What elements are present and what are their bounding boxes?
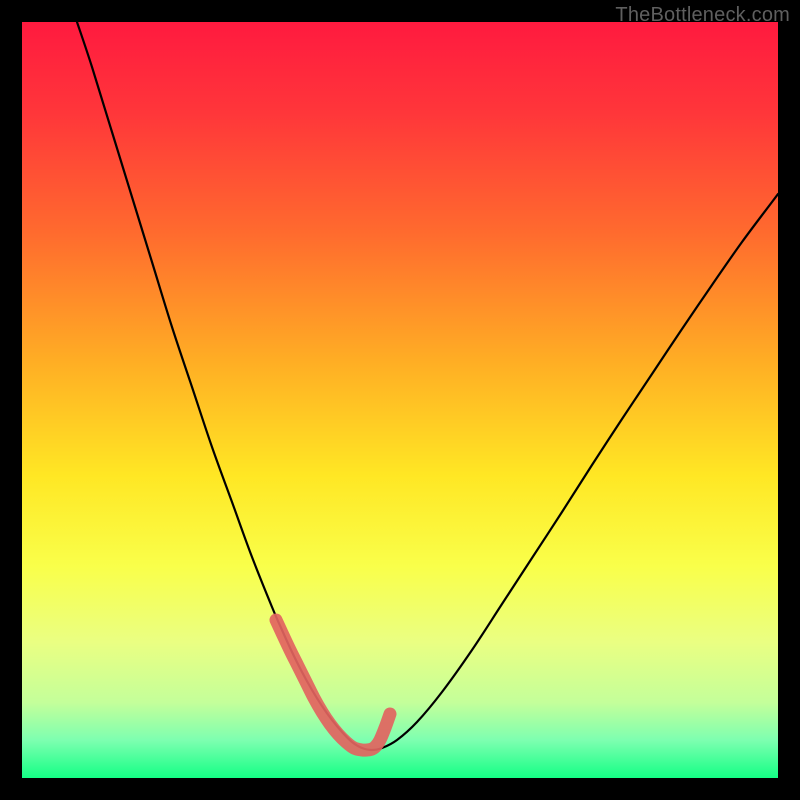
plot-area [22, 22, 778, 778]
chart-frame: TheBottleneck.com [0, 0, 800, 800]
bottleneck-chart [22, 22, 778, 778]
gradient-background [22, 22, 778, 778]
watermark-text: TheBottleneck.com [615, 4, 790, 27]
